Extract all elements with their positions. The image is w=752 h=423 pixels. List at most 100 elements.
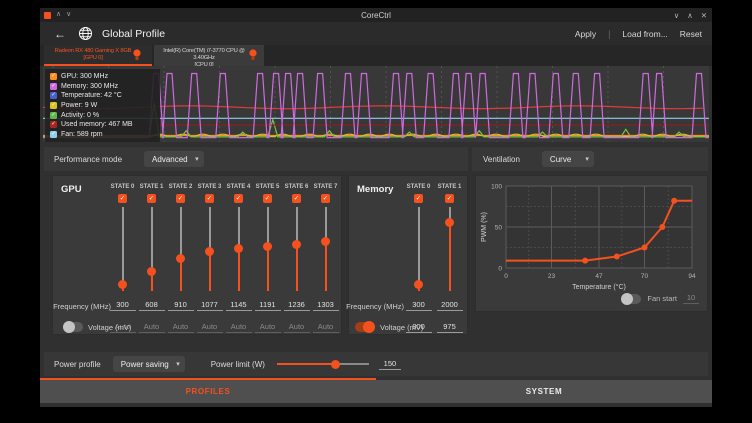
state-checkbox[interactable]: ✓ — [234, 194, 243, 203]
slider-handle[interactable] — [263, 242, 272, 251]
state-checkbox[interactable]: ✓ — [321, 194, 330, 203]
state-frequency-value[interactable]: 300 — [110, 300, 136, 311]
state-frequency-slider[interactable] — [108, 207, 137, 291]
slider-handle[interactable] — [292, 240, 301, 249]
slider-handle[interactable] — [118, 280, 127, 289]
memory-voltage-toggle[interactable] — [355, 322, 375, 332]
slider-handle[interactable] — [205, 247, 214, 256]
slider-handle[interactable] — [234, 244, 243, 253]
legend-item: ✓ Memory: 300 MHz — [50, 82, 155, 92]
fan-start-value[interactable]: 10 — [683, 293, 699, 304]
power-limit-slider[interactable] — [277, 363, 369, 365]
titlebar: ∧ ∨ CoreCtrl ∨ ∧ ✕ — [40, 8, 712, 22]
tab-profiles[interactable]: PROFILES — [40, 380, 376, 403]
gpu-voltage-toggle[interactable] — [63, 322, 83, 332]
chevron-down-icon: ▾ — [195, 155, 199, 163]
shade-icon[interactable]: ∨ — [66, 8, 71, 22]
state-voltage-value[interactable]: Auto — [255, 322, 281, 333]
state-frequency-slider[interactable] — [434, 207, 465, 291]
svg-text:0: 0 — [498, 266, 502, 273]
apply-button[interactable]: Apply — [575, 29, 596, 39]
load-from-button[interactable]: Load from... — [622, 29, 667, 39]
state-frequency-slider[interactable] — [137, 207, 166, 291]
state-checkbox[interactable]: ✓ — [414, 194, 423, 203]
ventilation-row: Ventilation Curve ▾ — [472, 147, 708, 171]
svg-text:47: 47 — [595, 273, 603, 280]
state-frequency-slider[interactable] — [166, 207, 195, 291]
memory-panel-title: Memory — [357, 184, 393, 195]
slider-handle[interactable] — [147, 267, 156, 276]
legend-item: ✓GPU: 300 MHz — [50, 72, 155, 82]
power-limit-handle[interactable] — [331, 360, 340, 369]
state-header: STATE 1 — [434, 181, 465, 192]
state-voltage-value[interactable]: Auto — [197, 322, 223, 333]
fan-curve-chart[interactable]: 023477094050100Temperature (°C)PWM (%) — [478, 180, 706, 292]
slider-handle[interactable] — [445, 218, 454, 227]
minimize-icon[interactable]: ∨ — [674, 11, 680, 20]
state-checkbox[interactable]: ✓ — [176, 194, 185, 203]
gpu-states-panel: GPU STATE 0STATE 1STATE 2STATE 3STATE 4S… — [52, 175, 342, 335]
state-frequency-slider[interactable] — [253, 207, 282, 291]
legend-checkbox[interactable]: ✓ — [50, 73, 57, 80]
slider-handle[interactable] — [176, 254, 185, 263]
legend-checkbox[interactable]: ✓ — [50, 102, 57, 109]
legend-checkbox[interactable]: ✓ — [50, 92, 57, 99]
legend-checkbox[interactable]: ✓ — [50, 83, 57, 90]
legend-checkbox[interactable]: ✓ — [50, 131, 57, 138]
state-frequency-slider[interactable] — [224, 207, 253, 291]
maximize-icon[interactable]: ∧ — [687, 11, 693, 20]
slider-track — [418, 207, 420, 291]
tab-system[interactable]: SYSTEM — [376, 380, 712, 403]
close-icon[interactable]: ✕ — [701, 11, 707, 20]
state-voltage-value[interactable]: Auto — [284, 322, 310, 333]
state-header: STATE 2 — [166, 181, 195, 192]
state-frequency-slider[interactable] — [195, 207, 224, 291]
performance-mode-select[interactable]: Advanced ▾ — [144, 151, 204, 167]
tab-cpu-device[interactable]: Intel(R) Core(TM) i7-3770 CPU @ 3.40GHz … — [154, 45, 264, 66]
cpu-tab-label: Intel(R) Core(TM) i7-3770 CPU @ 3.40GHz — [163, 48, 245, 61]
reset-button[interactable]: Reset — [680, 29, 702, 39]
state-frequency-value[interactable]: 300 — [406, 300, 432, 311]
power-profile-select[interactable]: Power saving ▾ — [113, 356, 185, 372]
state-checkbox[interactable]: ✓ — [205, 194, 214, 203]
state-voltage-value[interactable]: Auto — [168, 322, 194, 333]
performance-mode-label: Performance mode — [54, 155, 122, 164]
state-voltage-value[interactable]: Auto — [139, 322, 165, 333]
state-voltage-value[interactable]: Auto — [226, 322, 252, 333]
state-frequency-value[interactable]: 1303 — [313, 300, 339, 311]
state-header: STATE 7 — [311, 181, 340, 192]
legend-label: Memory: 300 MHz — [61, 83, 118, 90]
slider-handle[interactable] — [414, 280, 423, 289]
state-frequency-slider[interactable] — [282, 207, 311, 291]
slider-handle[interactable] — [321, 237, 330, 246]
state-frequency-slider[interactable] — [403, 207, 434, 291]
state-checkbox[interactable]: ✓ — [292, 194, 301, 203]
state-frequency-value[interactable]: 1191 — [255, 300, 281, 311]
state-checkbox[interactable]: ✓ — [118, 194, 127, 203]
power-limit-value[interactable]: 150 — [379, 359, 401, 370]
state-checkbox[interactable]: ✓ — [445, 194, 454, 203]
state-frequency-value[interactable]: 1145 — [226, 300, 252, 311]
state-checkbox[interactable]: ✓ — [263, 194, 272, 203]
slider-track — [122, 207, 124, 291]
legend-checkbox[interactable]: ✓ — [50, 112, 57, 119]
back-button[interactable]: ← — [54, 27, 66, 41]
fan-start-toggle[interactable] — [621, 294, 641, 304]
chevron-down-icon: ▾ — [585, 155, 589, 163]
state-frequency-slider[interactable] — [311, 207, 340, 291]
keep-above-icon[interactable]: ∧ — [56, 8, 61, 22]
state-frequency-value[interactable]: 1236 — [284, 300, 310, 311]
state-frequency-value[interactable]: 608 — [139, 300, 165, 311]
legend-checkbox[interactable]: ✓ — [50, 121, 57, 128]
state-voltage-value[interactable]: Auto — [313, 322, 339, 333]
svg-text:23: 23 — [548, 273, 556, 280]
state-checkbox[interactable]: ✓ — [147, 194, 156, 203]
header-divider: | — [608, 29, 610, 39]
tab-gpu-device[interactable]: Radeon RX 480 Gaming X 8GB [GPU 0] — [44, 45, 152, 66]
state-voltage-value[interactable]: 975 — [437, 322, 463, 333]
state-frequency-value[interactable]: 910 — [168, 300, 194, 311]
power-profile-label: Power profile — [54, 360, 101, 369]
ventilation-mode-select[interactable]: Curve ▾ — [542, 151, 594, 167]
state-frequency-value[interactable]: 1077 — [197, 300, 223, 311]
state-frequency-value[interactable]: 2000 — [437, 300, 463, 311]
